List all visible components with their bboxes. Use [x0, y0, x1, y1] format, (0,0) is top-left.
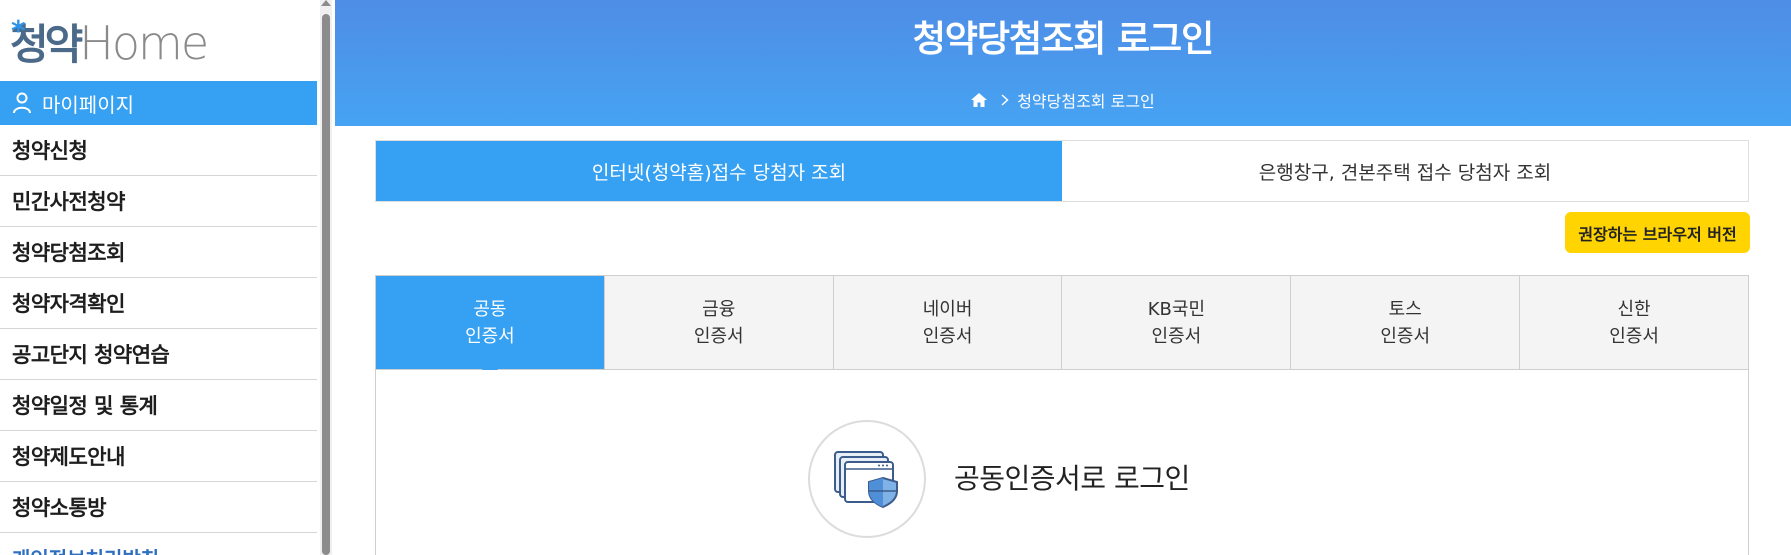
tab-line1: KB국민 — [1147, 298, 1206, 320]
certificate-shield-icon — [834, 451, 898, 509]
mypage-button[interactable]: 마이페이지 — [0, 81, 317, 125]
sidebar-menu: 청약신청 민간사전청약 청약당첨조회 청약자격확인 공고단지 청약연습 청약일정… — [0, 125, 317, 555]
login-label[interactable]: 공동인증서로 로그인 — [954, 457, 1190, 497]
certificate-tabs: 공동 인증서 금융 인증서 네이버 인증서 KB국민 인증서 토스 인증서 신한… — [375, 275, 1749, 382]
app: * 청약 Home 마이페이지 청약신청 민간사전청약 청약당첨조회 청약자격확… — [0, 0, 1791, 555]
person-icon — [13, 92, 31, 114]
scroll-up-arrow-icon[interactable] — [321, 0, 331, 6]
sidebar-item-guide[interactable]: 청약제도안내 — [0, 431, 317, 482]
main-content: 청약당첨조회 로그인 청약당첨조회 로그인 인터넷(청약홈)접수 당첨자 조회 … — [335, 0, 1791, 555]
breadcrumb-current: 청약당첨조회 로그인 — [1017, 92, 1155, 111]
reception-type-tabs: 인터넷(청약홈)접수 당첨자 조회 은행창구, 견본주택 접수 당첨자 조회 — [375, 140, 1749, 202]
recommended-browser-button[interactable]: 권장하는 브라우저 버전 — [1565, 212, 1750, 253]
logo[interactable]: * 청약 Home — [10, 14, 209, 70]
sidebar-item-practice[interactable]: 공고단지 청약연습 — [0, 329, 317, 380]
tab-line1: 네이버 — [922, 298, 973, 320]
sidebar-item-privacy[interactable]: 개인정보처리방침 — [0, 533, 317, 555]
page-banner: 청약당첨조회 로그인 청약당첨조회 로그인 — [335, 0, 1791, 126]
page-title: 청약당첨조회 로그인 — [912, 19, 1215, 60]
login-panel: 공동인증서로 로그인 — [375, 370, 1749, 555]
tab-line2: 인증서 — [922, 325, 973, 347]
sidebar-item-private-pre-apply[interactable]: 민간사전청약 — [0, 176, 317, 227]
sidebar-scrollbar[interactable] — [320, 0, 332, 555]
tab-line1: 공동 — [473, 298, 507, 320]
mypage-label: 마이페이지 — [42, 92, 134, 117]
tab-financial-certificate[interactable]: 금융 인증서 — [604, 276, 834, 369]
sidebar: * 청약 Home 마이페이지 청약신청 민간사전청약 청약당첨조회 청약자격확… — [0, 0, 317, 555]
tab-line2: 인증서 — [1151, 325, 1202, 347]
sidebar-item-community[interactable]: 청약소통방 — [0, 482, 317, 533]
tab-internet-reception[interactable]: 인터넷(청약홈)접수 당첨자 조회 — [376, 141, 1062, 201]
tab-line2: 인증서 — [1609, 325, 1659, 347]
logo-star-icon: * — [11, 14, 26, 47]
tab-line2: 인증서 — [1380, 325, 1431, 347]
tab-toss-certificate[interactable]: 토스 인증서 — [1291, 276, 1521, 369]
tab-line2: 인증서 — [693, 325, 744, 347]
breadcrumb: 청약당첨조회 로그인 — [335, 88, 1791, 112]
certificate-login-button[interactable] — [808, 420, 926, 538]
tab-joint-certificate[interactable]: 공동 인증서 — [376, 276, 605, 382]
tab-line1: 토스 — [1388, 298, 1422, 320]
logo-text-en: Home — [79, 16, 209, 70]
sidebar-item-apply[interactable]: 청약신청 — [0, 125, 317, 176]
tab-line2: 인증서 — [465, 325, 515, 347]
home-icon[interactable] — [971, 93, 988, 107]
tab-naver-certificate[interactable]: 네이버 인증서 — [833, 276, 1063, 369]
tab-kb-certificate[interactable]: KB국민 인증서 — [1062, 276, 1292, 369]
tab-shinhan-certificate[interactable]: 신한 인증서 — [1520, 276, 1748, 369]
sidebar-item-schedule[interactable]: 청약일정 및 통계 — [0, 380, 317, 431]
sidebar-item-eligibility[interactable]: 청약자격확인 — [0, 278, 317, 329]
tab-line1: 신한 — [1617, 298, 1651, 320]
sidebar-item-winner-check[interactable]: 청약당첨조회 — [0, 227, 317, 278]
chevron-right-icon — [1001, 94, 1009, 106]
tab-line1: 금융 — [702, 298, 736, 320]
tab-bank-reception[interactable]: 은행창구, 견본주택 접수 당첨자 조회 — [1062, 141, 1748, 201]
scroll-thumb[interactable] — [322, 14, 330, 555]
